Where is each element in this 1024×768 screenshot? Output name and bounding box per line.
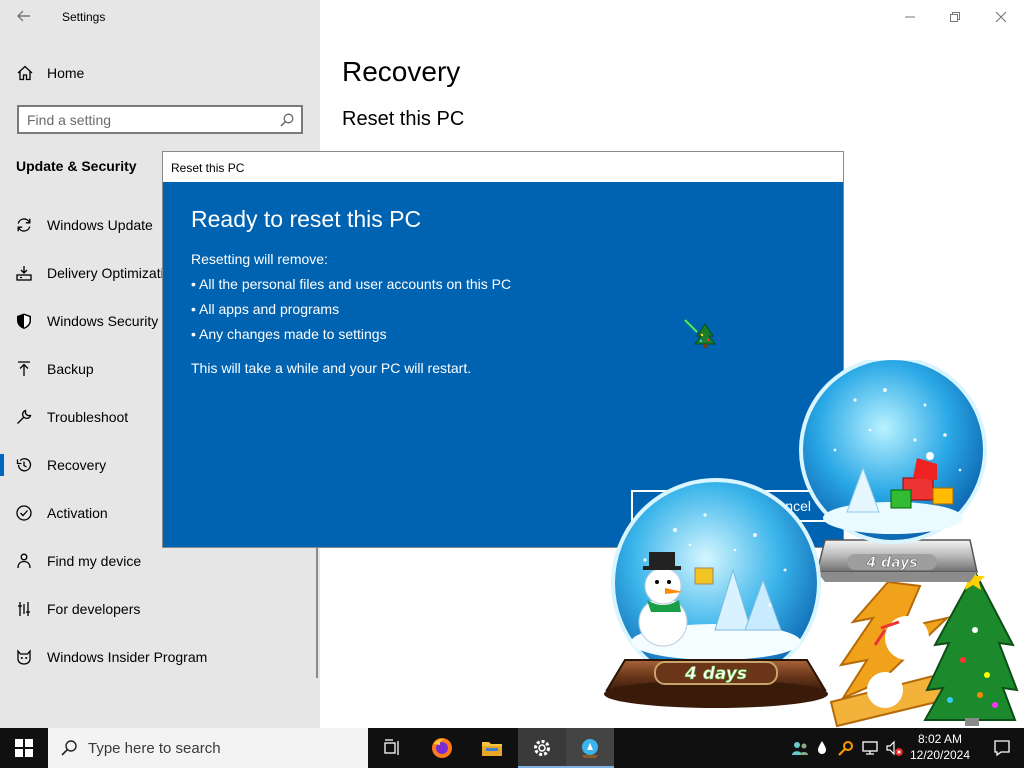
dialog-window-title: Reset this PC <box>171 161 245 175</box>
back-button[interactable] <box>12 4 36 28</box>
dialog-heading: Ready to reset this PC <box>191 206 422 232</box>
key-search-icon[interactable] <box>836 738 856 758</box>
people-icon[interactable] <box>790 738 810 758</box>
globe-front-countdown: 4 days <box>684 664 747 684</box>
taskbar-search-placeholder: Type here to search <box>88 740 221 757</box>
task-view-icon <box>384 739 399 755</box>
clock-time: 8:02 AM <box>917 732 963 746</box>
search-icon <box>280 113 294 127</box>
taskbar: Type here to search 8:02 AM 12/20/2024 <box>0 728 1024 768</box>
firefox-button[interactable] <box>418 728 466 768</box>
sidebar-item-label: Windows Insider Program <box>47 649 208 665</box>
folder-icon <box>482 742 502 756</box>
minimize-icon[interactable] <box>900 7 920 27</box>
page-subtitle: Reset this PC <box>342 108 465 130</box>
sidebar-item-label: Delivery Optimization <box>47 265 165 281</box>
sidebar-item-label: Activation <box>47 505 108 521</box>
search-input[interactable] <box>27 111 267 129</box>
dialog-bullet: • All the personal files and user accoun… <box>191 276 512 292</box>
notification-icon <box>994 740 1010 757</box>
christmas-countdown-widget: 4 days 4 days <box>604 360 1019 728</box>
wrench-icon <box>17 409 32 424</box>
home-link[interactable]: Home <box>16 62 84 84</box>
refresh-icon <box>17 218 31 232</box>
delivery-icon <box>16 266 32 281</box>
sidebar-item-label: Troubleshoot <box>47 409 129 425</box>
countdown-app-button[interactable] <box>566 728 614 768</box>
home-label: Home <box>47 65 85 81</box>
sidebar-item-label: Recovery <box>47 457 107 473</box>
dialog-intro: Resetting will remove: <box>191 251 328 267</box>
dialog-titlebar[interactable]: Reset this PC <box>163 152 843 182</box>
christmas-tree-cursor-icon <box>683 318 716 348</box>
taskbar-search-box[interactable]: Type here to search <box>48 728 368 768</box>
start-button[interactable] <box>0 728 48 768</box>
restore-icon[interactable] <box>945 7 965 27</box>
selected-indicator <box>0 454 4 476</box>
sidebar-item-label: Windows Update <box>47 217 153 233</box>
dialog-content: Ready to reset this PC Resetting will re… <box>191 206 811 381</box>
network-icon[interactable] <box>860 738 880 758</box>
snow-globe-back: 4 days <box>799 360 987 582</box>
person-pin-icon <box>17 553 31 569</box>
sidebar-item-for-developers[interactable]: For developers <box>0 589 316 629</box>
firefox-icon <box>432 738 452 758</box>
droplet-icon[interactable] <box>812 738 832 758</box>
section-title: Update & Security <box>16 158 137 174</box>
find-setting-search[interactable] <box>17 105 303 134</box>
settings-taskbar-button[interactable] <box>518 728 566 768</box>
globe-back-countdown: 4 days <box>865 555 917 571</box>
file-explorer-button[interactable] <box>468 728 516 768</box>
sidebar-item-label: For developers <box>47 601 141 617</box>
developer-icon <box>18 602 30 616</box>
close-icon[interactable] <box>991 7 1011 27</box>
history-icon <box>16 458 32 472</box>
globe-app-icon <box>582 739 598 758</box>
sidebar-item-windows-insider-program[interactable]: Windows Insider Program <box>0 637 316 677</box>
windows-logo-icon <box>15 739 33 757</box>
clock-date: 12/20/2024 <box>909 748 971 762</box>
sidebar-item-label: Windows Security <box>47 313 159 329</box>
backup-arrow-icon <box>18 361 30 376</box>
sidebar-item-label: Backup <box>47 361 94 377</box>
christmas-tree-decoration <box>923 568 1019 726</box>
back-arrow-icon <box>17 10 30 22</box>
insider-cat-icon <box>17 649 31 665</box>
page-title: Recovery <box>342 56 461 87</box>
snow-globe-front: 4 days <box>604 478 828 708</box>
volume-muted-icon[interactable] <box>884 738 904 758</box>
app-title: Settings <box>62 10 106 24</box>
sidebar-item-label: Find my device <box>47 553 142 569</box>
home-icon <box>17 65 33 81</box>
check-circle-icon <box>16 505 32 521</box>
gear-icon <box>534 740 550 756</box>
task-view-button[interactable] <box>368 728 416 768</box>
search-icon <box>61 740 77 756</box>
action-center-button[interactable] <box>980 728 1024 768</box>
system-clock[interactable]: 8:02 AM 12/20/2024 <box>904 731 976 763</box>
shield-icon <box>17 313 31 329</box>
